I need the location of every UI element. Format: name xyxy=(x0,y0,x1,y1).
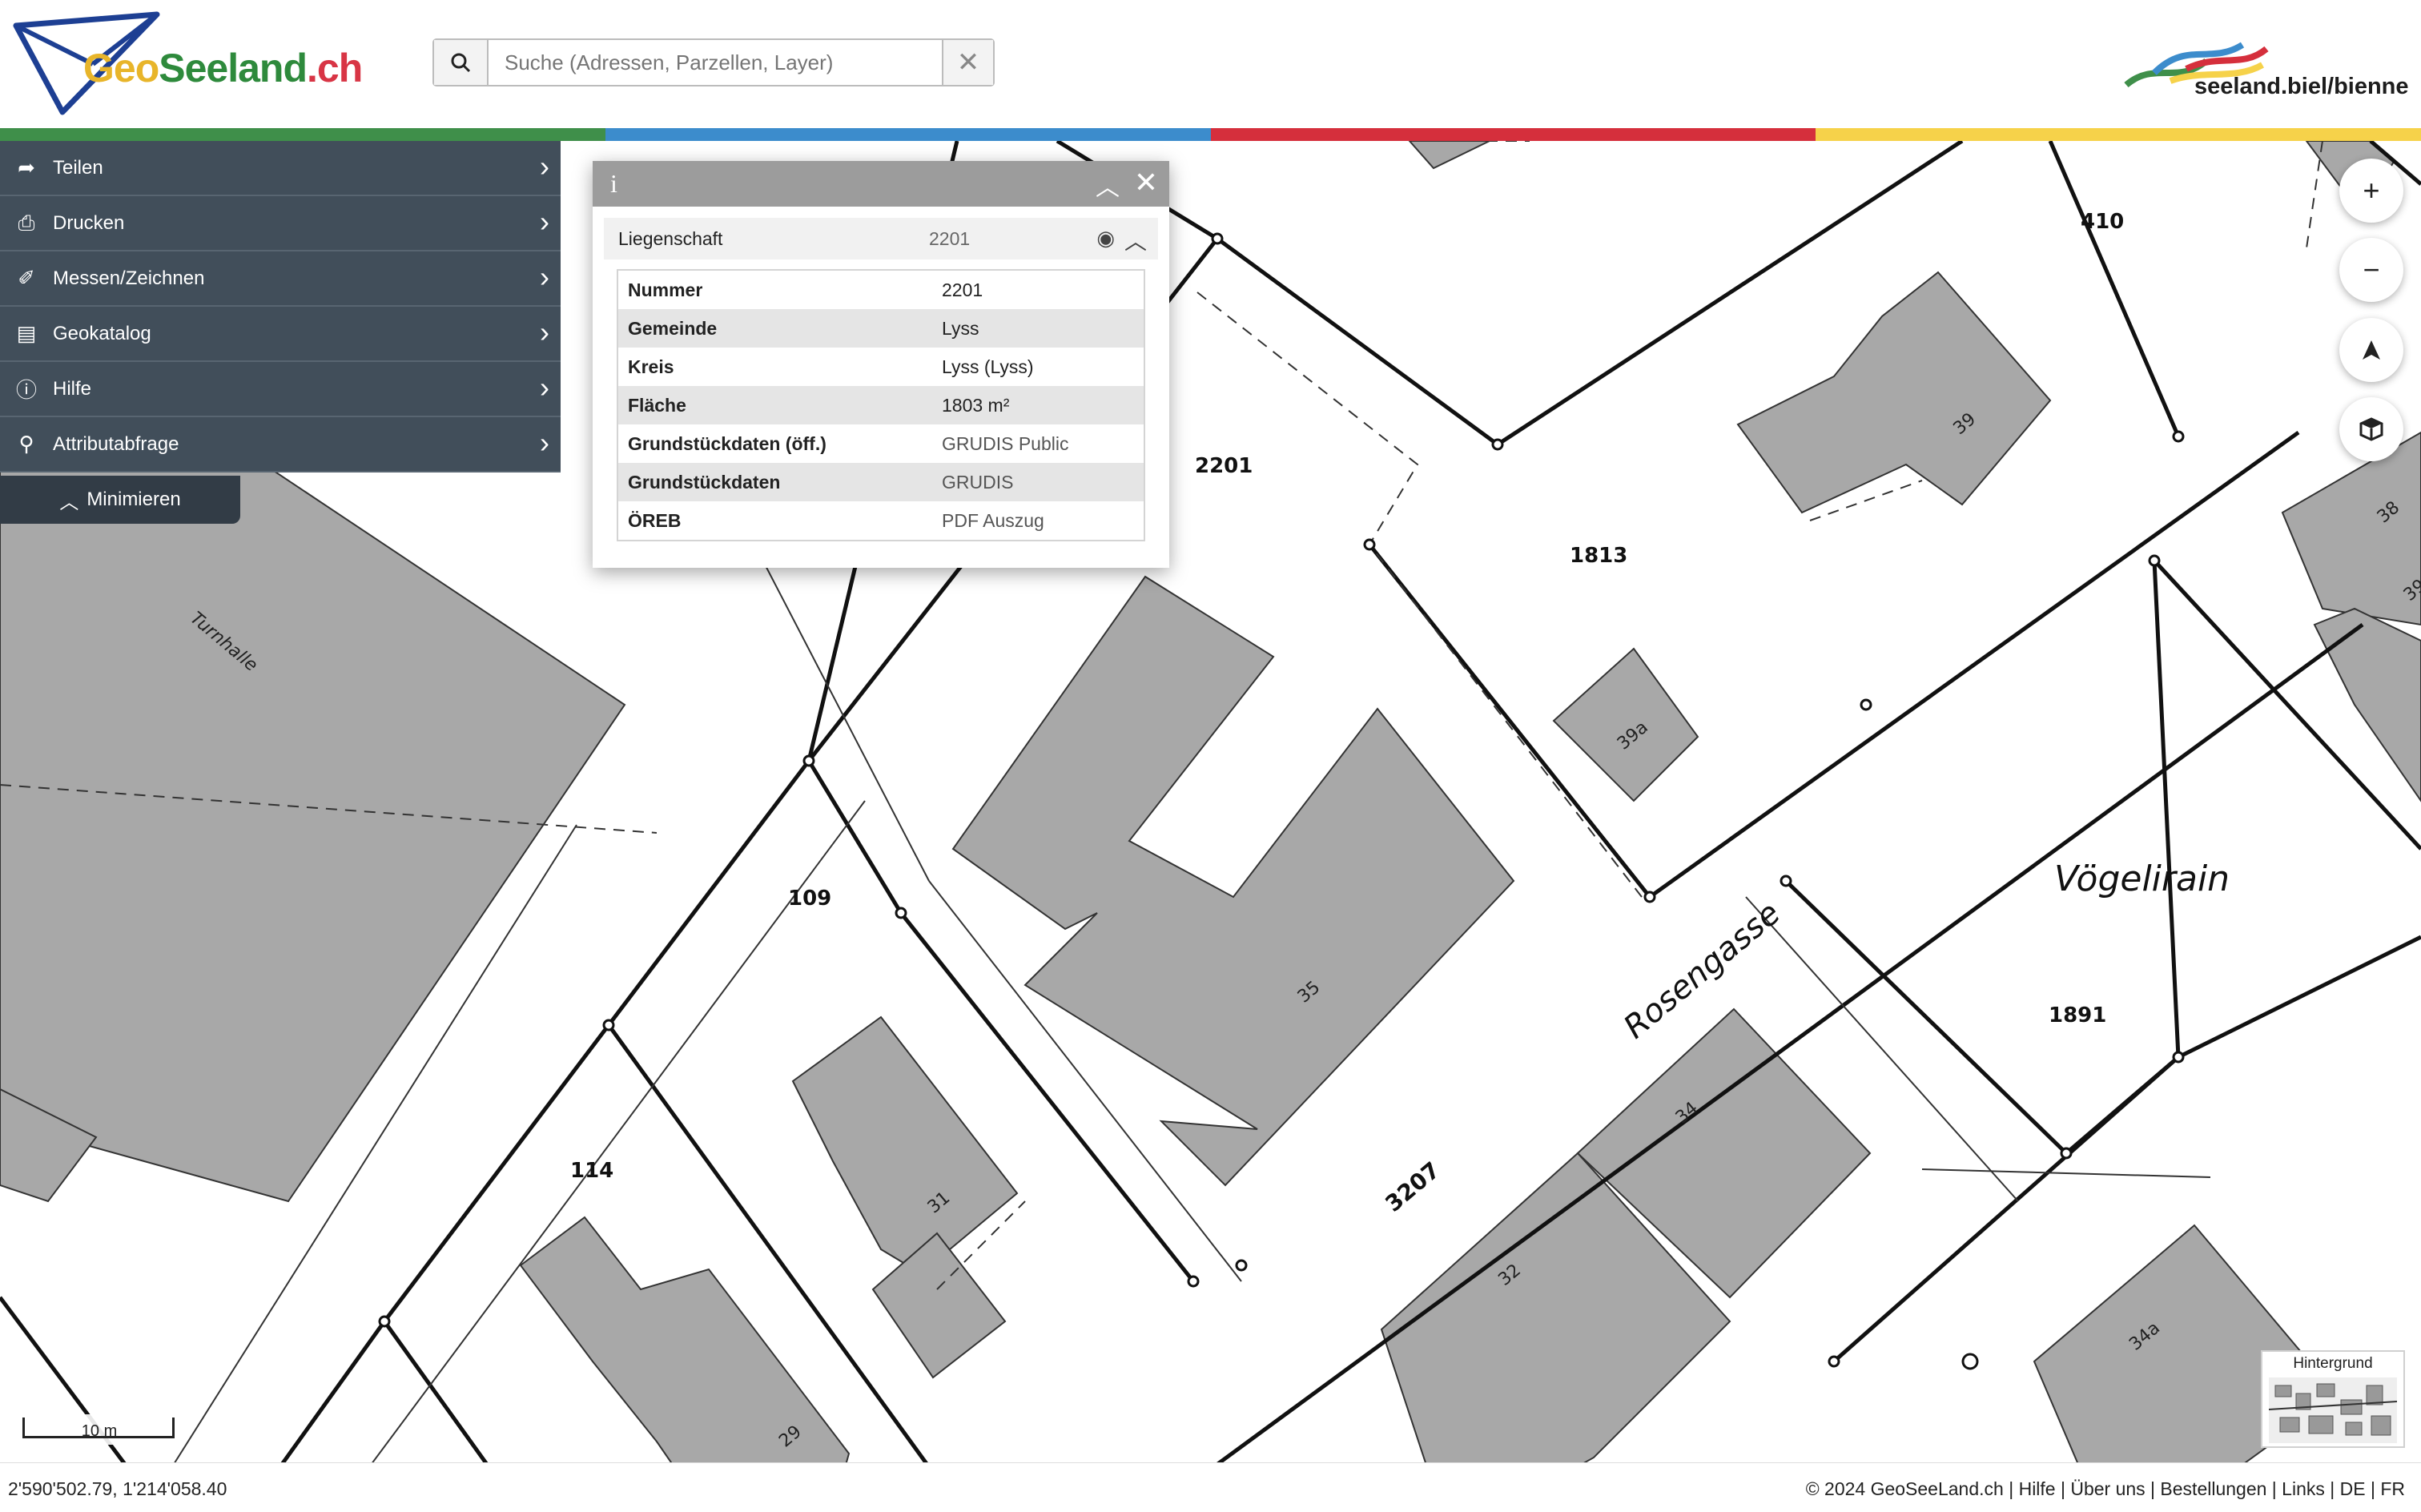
search-icon: ⚲ xyxy=(18,432,34,456)
building-31 xyxy=(791,1015,1019,1275)
coordinates-readout: 2'590'502.79, 1'214'058.40 xyxy=(8,1478,227,1499)
print-icon: ⎙ xyxy=(18,210,35,235)
clear-icon[interactable]: ✕ xyxy=(942,40,993,85)
share-icon: ➦ xyxy=(18,155,35,179)
street-label-3207: 3207 xyxy=(1380,1156,1445,1216)
background-switcher[interactable]: Hintergrund xyxy=(2261,1350,2405,1448)
oereb-pdf-link[interactable]: PDF Auszug xyxy=(942,510,1044,532)
map-catalog-icon: ▤ xyxy=(16,321,37,345)
scale-bar: 10 m xyxy=(16,1414,183,1445)
table-row: Nummer 2201 xyxy=(628,279,983,300)
table-row: Fläche 1803 m² xyxy=(618,386,1144,424)
menu-item-teilen[interactable]: ➦ Teilen › xyxy=(0,141,561,196)
eye-icon[interactable]: ◉ xyxy=(1096,226,1115,251)
building-38 xyxy=(2281,431,2421,626)
building-39a xyxy=(1552,647,1699,802)
minimize-button[interactable]: ︿ Minimieren xyxy=(0,476,240,524)
table-row: ÖREB PDF Auszug xyxy=(628,509,1044,532)
grudis-link[interactable]: GRUDIS xyxy=(942,472,1013,493)
street-label-voegelirain: Vögelirain xyxy=(2054,859,2230,899)
table-row: Grundstückdaten (öff.) GRUDIS Public xyxy=(628,432,1069,455)
chevron-right-icon: › xyxy=(540,371,549,404)
building-39-east xyxy=(2313,607,2421,802)
color-stripe xyxy=(0,128,2421,141)
parcel-label-2201: 2201 xyxy=(1195,454,1253,478)
info-icon: i xyxy=(610,169,617,198)
info-panel-header[interactable]: i ︿ ✕ xyxy=(593,161,1169,207)
measure-icon: ✐ xyxy=(18,266,35,290)
footer-bar: 2'590'502.79, 1'214'058.40 © 2024 GeoSee… xyxy=(0,1462,2421,1512)
building-turnhalle xyxy=(0,448,626,1203)
grudis-public-link[interactable]: GRUDIS Public xyxy=(942,433,1068,455)
parcel-label-114: 114 xyxy=(570,1159,613,1183)
property-table: Nummer 2201 Gemeinde Lyss Kreis Lyss (Lyss)… xyxy=(617,269,1145,541)
brand-wordmark[interactable]: GeoSeeland.ch xyxy=(83,45,363,91)
zoom-out-button[interactable]: − xyxy=(2339,238,2403,302)
parcel-label-410: 410 xyxy=(2081,210,2124,234)
table-row: Kreis Lyss (Lyss) xyxy=(628,356,1034,377)
info-panel: i ︿ ✕ Liegenschaft 2201 ◉ ︿ Nummer 2201 G… xyxy=(593,161,1169,568)
building-39 xyxy=(1736,271,2052,514)
menu-item-drucken[interactable]: ⎙ Drucken › xyxy=(0,196,561,251)
info-icon: ⓘ xyxy=(15,378,37,402)
close-icon[interactable]: ✕ xyxy=(1134,166,1158,199)
chevron-up-icon: ︿ xyxy=(59,491,79,513)
header-bar: GeoSeeland.ch ✕ seeland.biel/bienne xyxy=(0,0,2421,128)
cube-icon xyxy=(2359,417,2383,441)
parcel-label-1813: 1813 xyxy=(1570,544,1627,568)
menu-item-messen-zeichnen[interactable]: ✐ Messen/Zeichnen › xyxy=(0,251,561,307)
navigation-arrow-icon xyxy=(2363,340,2380,360)
parcel-label-1891: 1891 xyxy=(2049,1003,2106,1027)
table-row: Gemeinde Lyss xyxy=(618,309,1144,348)
3d-view-button[interactable] xyxy=(2339,397,2403,461)
street-label-rosengasse: Rosengasse xyxy=(1617,895,1788,1046)
menu-item-attributabfrage[interactable]: ⚲ Attributabfrage › xyxy=(0,417,561,472)
table-row: Grundstückdaten GRUDIS xyxy=(618,463,1144,501)
chevron-right-icon: › xyxy=(540,150,549,183)
zoom-in-button[interactable]: + xyxy=(2339,159,2403,223)
chevron-up-icon[interactable]: ︿ xyxy=(1124,224,1147,256)
chevron-right-icon: › xyxy=(540,316,549,348)
chevron-right-icon: › xyxy=(540,205,549,238)
background-thumbnail-icon xyxy=(2269,1377,2397,1443)
chevron-right-icon: › xyxy=(540,426,549,459)
menu-item-hilfe[interactable]: ⓘ Hilfe › xyxy=(0,362,561,417)
parcel-label-109: 109 xyxy=(788,887,831,911)
menu-item-geokatalog[interactable]: ▤ Geokatalog › xyxy=(0,307,561,362)
footer-links[interactable]: © 2024 GeoSeeLand.ch | Hilfe | Über uns … xyxy=(1806,1478,2405,1500)
chevron-right-icon: › xyxy=(540,260,549,293)
building-35 xyxy=(951,575,1515,1187)
region-logo-text: seeland.biel/bienne xyxy=(2194,74,2409,99)
search-icon[interactable] xyxy=(434,40,489,85)
search-input[interactable] xyxy=(489,40,942,85)
search-box: ✕ xyxy=(432,38,995,86)
side-menu: ➦ Teilen › ⎙ Drucken › ✐ Messen/Zeichnen… xyxy=(0,141,561,472)
collapse-icon[interactable]: ︿ xyxy=(1096,167,1120,203)
section-liegenschaft[interactable]: Liegenschaft 2201 ◉ ︿ xyxy=(604,218,1158,259)
locate-button[interactable] xyxy=(2339,318,2403,382)
